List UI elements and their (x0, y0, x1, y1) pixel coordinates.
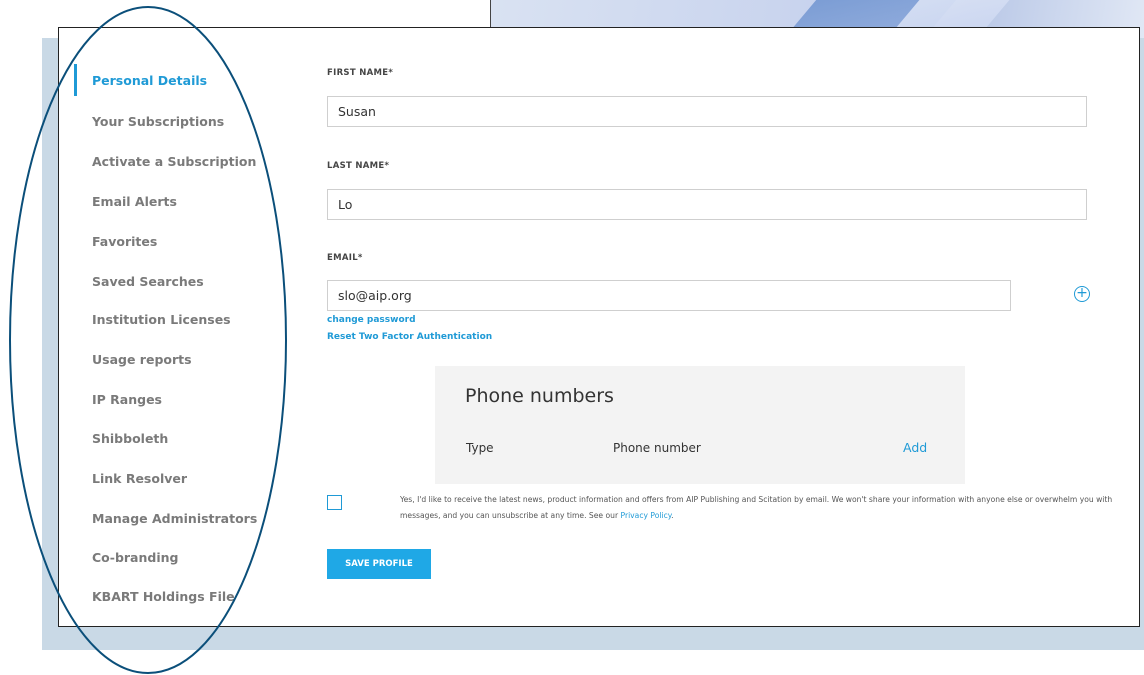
sidebar-item-link-resolver[interactable]: Link Resolver (92, 471, 187, 486)
first-name-field[interactable] (327, 96, 1087, 127)
email-label: EMAIL* (327, 253, 363, 263)
first-name-label: FIRST NAME* (327, 68, 394, 78)
newsletter-consent-text: Yes, I'd like to receive the latest news… (400, 492, 1120, 524)
last-name-field[interactable] (327, 189, 1087, 220)
phone-number-header: Phone number (613, 441, 701, 455)
last-name-input[interactable] (338, 190, 1076, 219)
sidebar-item-usage-reports[interactable]: Usage reports (92, 352, 192, 367)
sidebar-item-activate-subscription[interactable]: Activate a Subscription (92, 154, 256, 169)
email-input[interactable] (338, 281, 1000, 310)
active-indicator (74, 64, 77, 96)
consent-text-end: . (671, 511, 674, 520)
sidebar-item-personal-details[interactable]: Personal Details (92, 73, 207, 88)
sidebar-item-shibboleth[interactable]: Shibboleth (92, 431, 168, 446)
sidebar-item-institution-licenses[interactable]: Institution Licenses (92, 312, 231, 327)
sidebar-item-ip-ranges[interactable]: IP Ranges (92, 392, 162, 407)
phone-type-header: Type (466, 441, 494, 455)
sidebar-item-email-alerts[interactable]: Email Alerts (92, 194, 177, 209)
change-password-link[interactable]: change password (327, 315, 416, 325)
sidebar-item-manage-administrators[interactable]: Manage Administrators (92, 511, 257, 526)
email-field[interactable] (327, 280, 1011, 311)
add-email-icon[interactable]: + (1074, 286, 1090, 302)
add-phone-link[interactable]: Add (903, 440, 927, 455)
phone-numbers-title: Phone numbers (465, 385, 614, 407)
phone-numbers-section: Phone numbers Type Phone number Add (435, 366, 965, 484)
sidebar-item-kbart-holdings-file[interactable]: KBART Holdings File (92, 589, 235, 604)
account-sidebar: Personal Details Your Subscriptions Acti… (59, 28, 299, 626)
profile-panel: Personal Details Your Subscriptions Acti… (58, 27, 1140, 627)
reset-2fa-link[interactable]: Reset Two Factor Authentication (327, 332, 492, 342)
sidebar-item-your-subscriptions[interactable]: Your Subscriptions (92, 114, 224, 129)
newsletter-checkbox[interactable] (327, 495, 342, 510)
sidebar-item-co-branding[interactable]: Co-branding (92, 550, 178, 565)
sidebar-item-saved-searches[interactable]: Saved Searches (92, 274, 204, 289)
sidebar-item-favorites[interactable]: Favorites (92, 234, 157, 249)
last-name-label: LAST NAME* (327, 161, 390, 171)
consent-text: Yes, I'd like to receive the latest news… (400, 495, 1113, 520)
privacy-policy-link[interactable]: Privacy Policy (621, 511, 672, 520)
first-name-input[interactable] (338, 97, 1076, 126)
save-profile-button[interactable]: SAVE PROFILE (327, 549, 431, 579)
